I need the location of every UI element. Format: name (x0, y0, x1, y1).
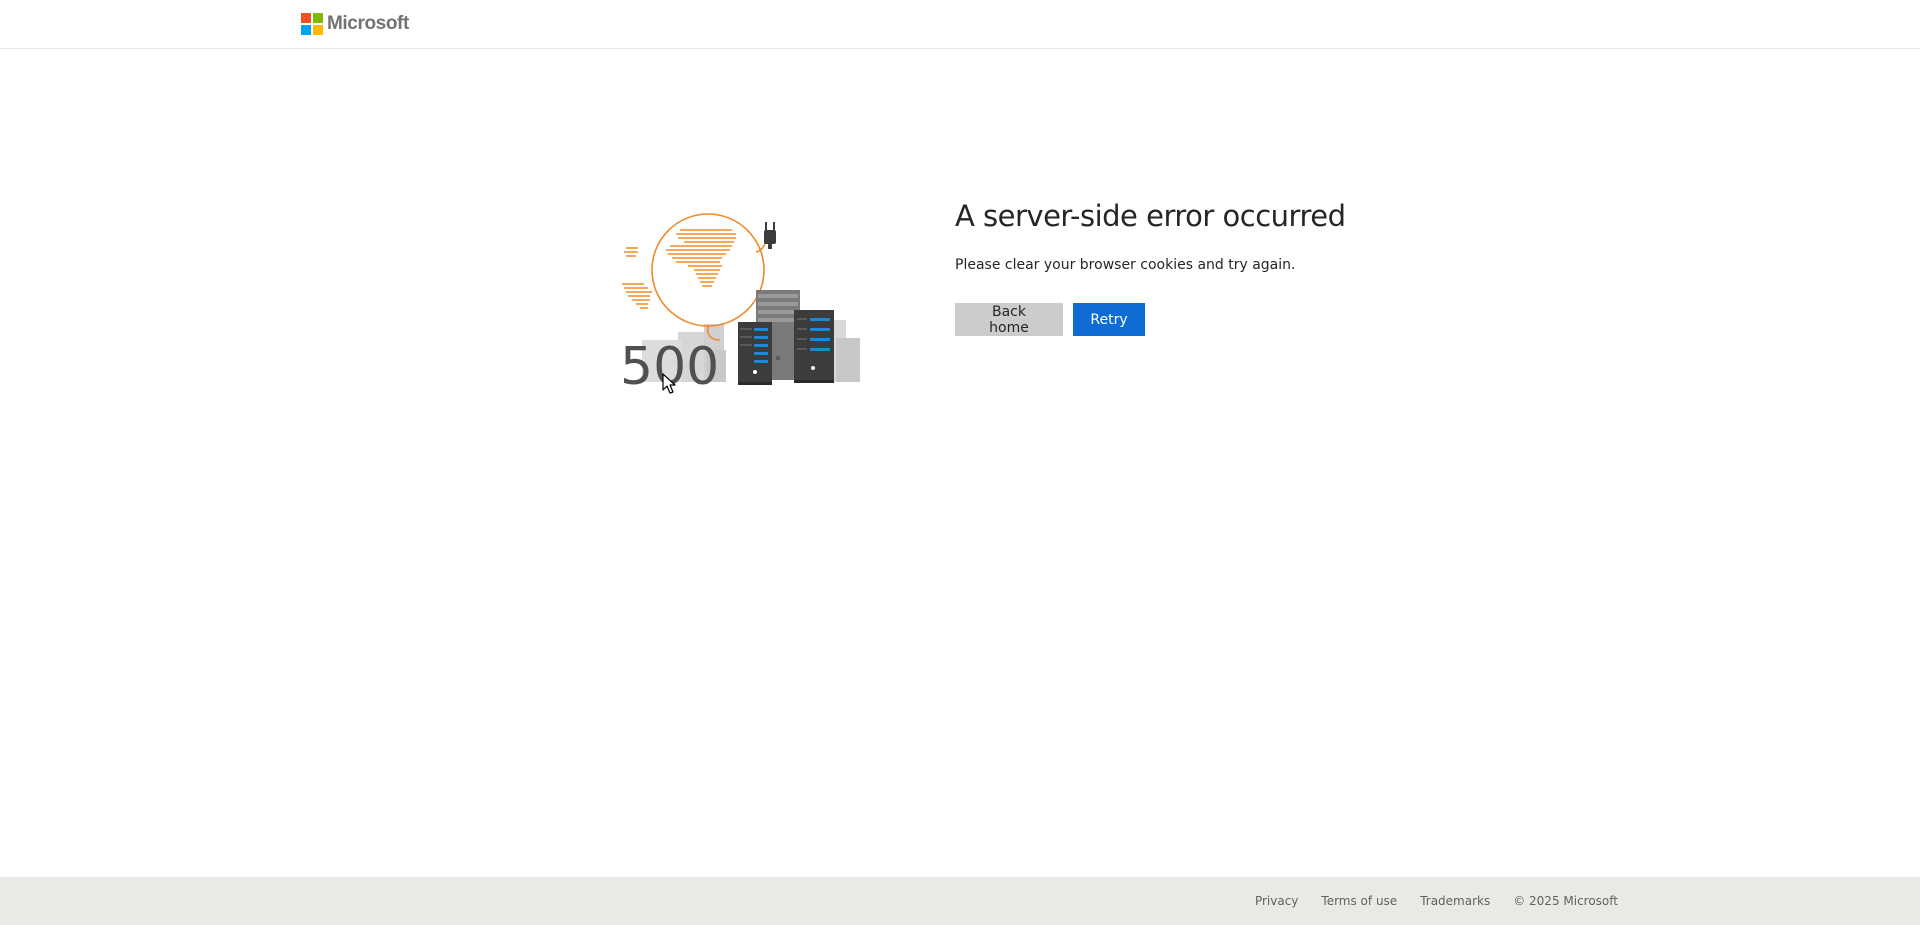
site-header: Microsoft (0, 0, 1920, 49)
footer-link-privacy[interactable]: Privacy (1255, 894, 1298, 908)
microsoft-home-link[interactable]: Microsoft (301, 12, 409, 36)
error-page: Microsoft 500 A server-side error occurr… (0, 0, 1920, 925)
footer-links: Privacy Terms of use Trademarks © 2025 M… (1232, 877, 1618, 925)
action-buttons: Back home Retry (955, 303, 1375, 336)
site-footer: Privacy Terms of use Trademarks © 2025 M… (0, 877, 1920, 925)
footer-link-terms[interactable]: Terms of use (1321, 894, 1397, 908)
footer-copyright: © 2025 Microsoft (1513, 894, 1618, 908)
back-home-button[interactable]: Back home (955, 303, 1063, 336)
brand-name: Microsoft (327, 13, 409, 34)
svg-text:500: 500 (620, 337, 719, 390)
server-error-illustration: 500 (618, 208, 862, 397)
microsoft-logo-icon (301, 13, 323, 35)
error-message: Please clear your browser cookies and tr… (955, 257, 1296, 273)
error-content: A server-side error occurred Please clea… (955, 196, 1375, 336)
page-title: A server-side error occurred (955, 199, 1346, 233)
retry-button[interactable]: Retry (1073, 303, 1145, 336)
footer-link-trademarks[interactable]: Trademarks (1420, 894, 1490, 908)
